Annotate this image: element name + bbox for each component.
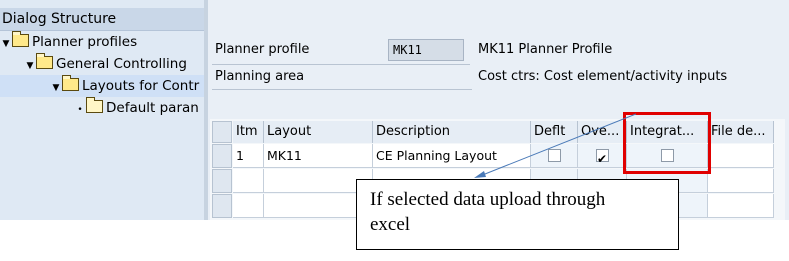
ove-checkbox[interactable] — [596, 147, 609, 167]
tree-item-label: Default paran — [106, 100, 199, 116]
expand-down-icon[interactable]: ▼ — [0, 33, 12, 55]
callout-line-2: excel — [370, 214, 411, 235]
table-cell-empty[interactable] — [708, 169, 774, 193]
tree-item-label: Layouts for Contr — [82, 78, 200, 94]
expand-down-icon[interactable]: ▼ — [24, 55, 36, 77]
folder-open-icon — [36, 53, 53, 69]
table-cell-deflt — [531, 144, 578, 168]
tree-item-planner-profiles[interactable]: ▼ Planner profiles — [0, 31, 137, 53]
table-cell-description[interactable]: CE Planning Layout — [373, 144, 531, 168]
select-all-cell[interactable] — [212, 121, 232, 143]
folder-icon — [86, 97, 103, 113]
table-cell-file[interactable] — [708, 144, 774, 168]
annotation-callout: If selected data upload through excel — [356, 179, 679, 250]
dialog-structure-title: Dialog Structure — [2, 11, 117, 27]
divider-line — [212, 89, 472, 90]
row-selector[interactable] — [212, 169, 232, 193]
planning-area-description: Cost ctrs: Cost element/activity inputs — [478, 69, 728, 84]
column-header-description[interactable]: Description — [373, 121, 531, 143]
table-cell-empty[interactable] — [233, 194, 264, 218]
planner-profile-description: MK11 Planner Profile — [478, 42, 613, 57]
column-header-deflt[interactable]: Deflt — [531, 121, 578, 143]
tree-item-default-params[interactable]: • Default paran — [74, 97, 199, 119]
planning-area-label: Planning area — [215, 69, 305, 84]
expand-down-icon[interactable]: ▼ — [50, 77, 62, 99]
divider-line — [212, 64, 470, 65]
tree-item-general-controlling[interactable]: ▼ General Controlling — [24, 53, 187, 75]
column-header-layout[interactable]: Layout — [264, 121, 373, 143]
callout-line-1: If selected data upload through — [370, 189, 606, 210]
tree-item-layouts[interactable]: ▼ Layouts for Contr — [0, 75, 204, 97]
dialog-structure-header: Dialog Structure — [0, 8, 204, 31]
column-header-file[interactable]: File de... — [708, 121, 774, 143]
tree-item-label: General Controlling — [56, 56, 187, 72]
table-cell-empty[interactable] — [708, 194, 774, 218]
column-header-ove[interactable]: Ove... — [578, 121, 627, 143]
table-cell-itm[interactable]: 1 — [233, 144, 264, 168]
deflt-checkbox[interactable] — [548, 149, 561, 162]
bullet-icon: • — [77, 105, 83, 115]
table-cell-ove — [578, 144, 627, 168]
planner-profile-label: Planner profile — [215, 42, 310, 57]
row-selector[interactable] — [212, 144, 232, 168]
folder-open-icon — [12, 31, 29, 47]
planner-profile-field[interactable]: MK11 — [388, 39, 464, 61]
column-header-itm[interactable]: Itm — [233, 121, 264, 143]
tree-item-label: Planner profiles — [32, 34, 138, 50]
table-cell-empty[interactable] — [233, 169, 264, 193]
highlight-box — [623, 112, 711, 174]
folder-open-icon — [62, 75, 79, 91]
row-selector[interactable] — [212, 194, 232, 218]
table-cell-layout[interactable]: MK11 — [264, 144, 373, 168]
